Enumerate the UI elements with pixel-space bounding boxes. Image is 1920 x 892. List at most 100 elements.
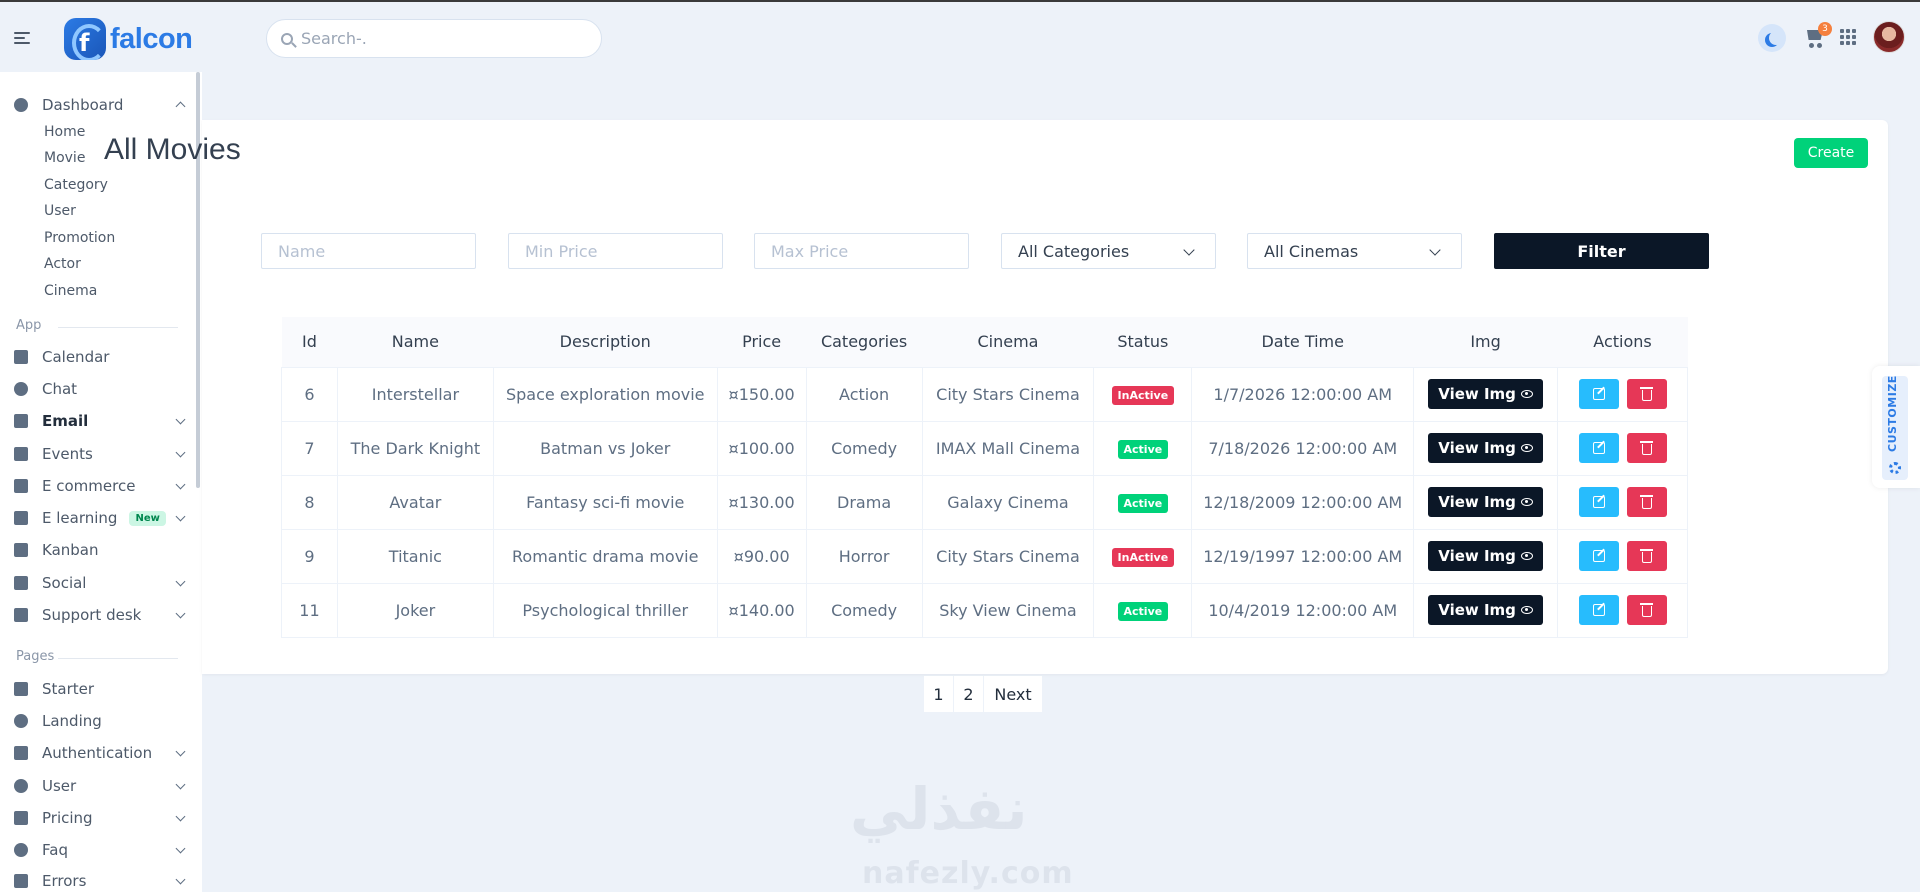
min-price-input[interactable] <box>508 233 723 269</box>
delete-button[interactable] <box>1626 433 1667 463</box>
sidebar-item-landing[interactable]: Landing <box>14 710 184 732</box>
page-title: All Movies <box>104 133 241 166</box>
hamburger-menu-icon[interactable] <box>14 32 30 44</box>
status-badge: Active <box>1117 493 1169 513</box>
cell-datetime: 12/18/2009 12:00:00 AM <box>1191 474 1415 530</box>
search-box[interactable] <box>266 19 602 58</box>
view-img-button[interactable]: View Img <box>1428 487 1543 517</box>
sidebar-subitem-movie[interactable]: Movie <box>44 150 85 166</box>
apps-grid-icon[interactable] <box>1840 29 1856 45</box>
sidebar-item-label: Support desk <box>42 606 142 624</box>
delete-button[interactable] <box>1626 595 1667 625</box>
edit-button[interactable] <box>1578 595 1619 625</box>
cell-cinema: City Stars Cinema <box>921 366 1095 422</box>
email-icon <box>14 414 28 428</box>
cinema-select[interactable]: All Cinemas <box>1247 233 1462 269</box>
graduation-cap-icon <box>14 511 28 525</box>
brand-logo[interactable]: f falcon <box>64 18 193 60</box>
sidebar-item-chat[interactable]: Chat <box>14 378 184 400</box>
delete-button[interactable] <box>1626 541 1667 571</box>
sidebar-subitem-cinema[interactable]: Cinema <box>44 283 97 299</box>
cell-img: View Img <box>1413 420 1559 476</box>
sidebar-item-kanban[interactable]: Kanban <box>14 539 184 561</box>
eye-icon <box>1520 498 1533 506</box>
page-link-1[interactable]: 1 <box>924 676 954 712</box>
edit-button[interactable] <box>1578 433 1619 463</box>
sidebar-item-label: Calendar <box>42 348 110 366</box>
sidebar-item-support-desk[interactable]: Support desk <box>14 604 186 626</box>
sidebar-item-dashboard[interactable]: Dashboard <box>14 94 186 116</box>
cell-id: 6 <box>281 366 338 422</box>
sidebar-subitem-promotion[interactable]: Promotion <box>44 230 115 246</box>
chevron-down-icon <box>175 874 186 885</box>
column-header-price: Price <box>717 317 807 368</box>
chevron-down-icon <box>175 608 186 619</box>
sidebar-item-events[interactable]: Events <box>14 443 186 465</box>
create-button[interactable]: Create <box>1794 138 1868 168</box>
theme-toggle-button[interactable] <box>1758 24 1786 52</box>
max-price-input[interactable] <box>754 233 969 269</box>
section-label-pages: Pages <box>16 649 55 664</box>
filter-button[interactable]: Filter <box>1494 233 1709 269</box>
trash-icon <box>1639 495 1653 509</box>
cell-name: Joker <box>336 582 494 638</box>
eye-icon <box>1520 552 1533 560</box>
sidebar-item-elearning[interactable]: E learning New <box>14 507 186 529</box>
chevron-down-icon <box>1183 244 1195 256</box>
view-img-button[interactable]: View Img <box>1428 595 1543 625</box>
edit-button[interactable] <box>1578 541 1619 571</box>
cell-description: Romantic drama movie <box>492 528 718 584</box>
calendar-icon <box>14 350 28 364</box>
sidebar-item-label: Social <box>42 574 87 592</box>
sidebar-item-pricing[interactable]: Pricing <box>14 807 186 829</box>
cell-cinema: IMAX Mall Cinema <box>921 420 1095 476</box>
sidebar-item-errors[interactable]: Errors <box>14 870 186 892</box>
sidebar-item-user[interactable]: User <box>14 775 186 797</box>
sidebar-subitem-home[interactable]: Home <box>44 124 85 140</box>
cell-actions <box>1557 420 1688 476</box>
edit-button[interactable] <box>1578 379 1619 409</box>
status-badge: InActive <box>1111 385 1175 405</box>
sidebar-item-label: Kanban <box>42 541 99 559</box>
cell-category: Action <box>805 366 923 422</box>
cell-status: InActive <box>1093 366 1193 422</box>
edit-button[interactable] <box>1578 487 1619 517</box>
search-input[interactable] <box>301 29 581 48</box>
category-select[interactable]: All Categories <box>1001 233 1216 269</box>
cell-datetime: 1/7/2026 12:00:00 AM <box>1191 366 1415 422</box>
cell-price: ¤130.00 <box>716 474 807 530</box>
view-img-button[interactable]: View Img <box>1428 379 1543 409</box>
status-badge: Active <box>1117 439 1169 459</box>
sidebar-item-email[interactable]: Email <box>14 410 186 432</box>
cell-status: Active <box>1093 474 1193 530</box>
support-icon <box>14 608 28 622</box>
share-icon <box>14 576 28 590</box>
sidebar-item-label: Errors <box>42 872 87 890</box>
sidebar-subitem-user[interactable]: User <box>44 203 76 219</box>
delete-button[interactable] <box>1626 487 1667 517</box>
moon-icon <box>1769 31 1783 45</box>
page-link-2[interactable]: 2 <box>954 676 984 712</box>
name-filter-input[interactable] <box>261 233 476 269</box>
movies-table: Id Name Description Price Categories Cin… <box>281 317 1688 638</box>
cell-status: Active <box>1093 582 1193 638</box>
cell-description: Psychological thriller <box>492 582 718 638</box>
cell-price: ¤90.00 <box>716 528 807 584</box>
sidebar-subitem-category[interactable]: Category <box>44 177 108 193</box>
category-select-value: All Categories <box>1018 241 1130 261</box>
cinema-select-value: All Cinemas <box>1264 241 1359 261</box>
sidebar-item-label: Faq <box>42 841 68 859</box>
delete-button[interactable] <box>1626 379 1667 409</box>
sidebar-item-ecommerce[interactable]: E commerce <box>14 475 186 497</box>
sidebar-item-faq[interactable]: Faq <box>14 839 186 861</box>
user-avatar[interactable] <box>1873 21 1905 53</box>
sidebar-subitem-actor[interactable]: Actor <box>44 256 81 272</box>
view-img-button[interactable]: View Img <box>1428 433 1543 463</box>
page-link-next[interactable]: Next <box>984 676 1042 712</box>
sidebar-item-calendar[interactable]: Calendar <box>14 346 184 368</box>
customize-tab[interactable]: CUSTOMIZE <box>1872 366 1920 488</box>
view-img-button[interactable]: View Img <box>1428 541 1543 571</box>
sidebar-item-authentication[interactable]: Authentication <box>14 742 186 764</box>
sidebar-item-social[interactable]: Social <box>14 572 186 594</box>
sidebar-item-starter[interactable]: Starter <box>14 678 184 700</box>
